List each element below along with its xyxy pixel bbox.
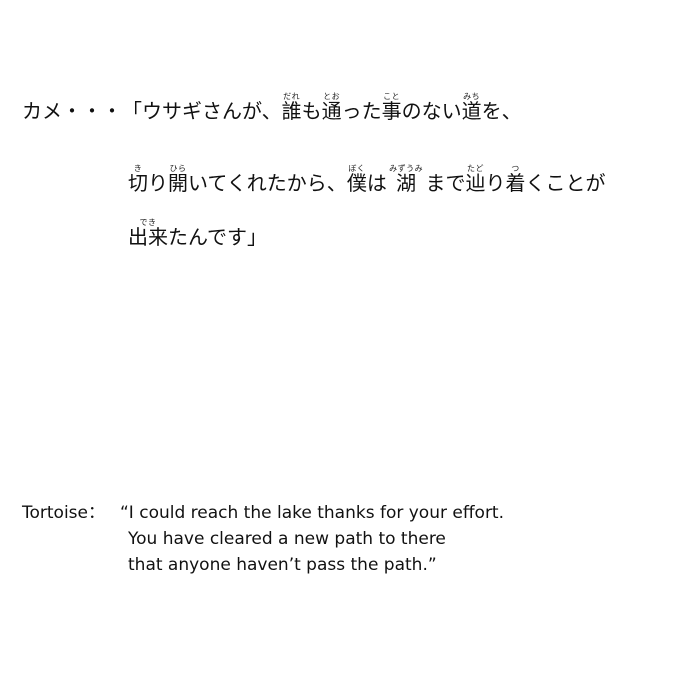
ruby-word: 開ひら — [168, 164, 188, 195]
ruby-word: 誰だれ — [281, 92, 302, 123]
jp-line-3-text: 出来できたんです」 — [128, 218, 267, 249]
ruby-word: 湖みずうみ — [389, 164, 424, 195]
text-segment: のない — [401, 99, 462, 123]
en-line-text: You have cleared a new path to there — [128, 529, 446, 549]
en-speaker-label: Tortoise： — [22, 503, 105, 523]
en-indent-spacer — [22, 552, 128, 578]
furigana-reading: みずうみ — [389, 164, 424, 173]
furigana-reading: ひら — [168, 164, 188, 173]
jp-line-3: 出来できたんです」 — [128, 218, 267, 249]
ruby-word: 僕ぼく — [346, 164, 367, 195]
jp-line-1: カメ・・・ 「ウサギさんが、誰だれも通とおった事ことのない道みちを、 — [22, 92, 522, 123]
text-segment: を、 — [481, 99, 522, 123]
en-line-1: Tortoise： “I could reach the lake thanks… — [22, 500, 504, 526]
furigana-reading: みち — [461, 92, 482, 101]
furigana-reading: だれ — [281, 92, 302, 101]
text-segment: った — [341, 99, 382, 123]
jp-line-1-text: 「ウサギさんが、誰だれも通とおった事ことのない道みちを、 — [122, 92, 522, 123]
ruby-word: 切き — [128, 164, 148, 195]
text-segment: も — [301, 99, 322, 123]
furigana-reading: つ — [505, 164, 526, 173]
furigana-reading: き — [128, 164, 148, 173]
en-line-text: “I could reach the lake thanks for your … — [120, 503, 505, 523]
furigana-reading: たど — [465, 164, 486, 173]
furigana-reading: ぼく — [346, 164, 367, 173]
jp-speaker-label: カメ・・・ — [22, 99, 122, 123]
text-segment: り — [148, 171, 168, 195]
english-translation: Tortoise： “I could reach the lake thanks… — [22, 500, 504, 578]
text-segment: くことが — [525, 171, 606, 195]
en-line-2: You have cleared a new path to there — [22, 526, 504, 552]
jp-line-2: 切きり開ひらいてくれたから、僕ぼくは 湖みずうみ まで辿たどり着つくことが — [128, 164, 606, 195]
text-segment: いてくれたから、 — [188, 171, 347, 195]
en-indent-spacer — [22, 526, 128, 552]
en-line-text: that anyone haven’t pass the path.” — [128, 555, 437, 575]
furigana-reading: でき — [128, 218, 168, 227]
text-segment: 「ウサギさんが、 — [122, 99, 282, 123]
ruby-word: 辿たど — [465, 164, 486, 195]
ruby-word: 事こと — [381, 92, 402, 123]
ruby-word: 道みち — [461, 92, 482, 123]
ruby-word: 通とお — [321, 92, 342, 123]
jp-line-2-text: 切きり開ひらいてくれたから、僕ぼくは 湖みずうみ まで辿たどり着つくことが — [128, 164, 606, 195]
en-line-3: that anyone haven’t pass the path.” — [22, 552, 504, 578]
text-segment: たんです」 — [168, 225, 267, 249]
text-segment: まで — [419, 171, 466, 195]
ruby-word: 出来でき — [128, 218, 168, 249]
ruby-word: 着つ — [505, 164, 526, 195]
furigana-reading: とお — [321, 92, 342, 101]
text-segment: り — [485, 171, 506, 195]
furigana-reading: こと — [381, 92, 402, 101]
